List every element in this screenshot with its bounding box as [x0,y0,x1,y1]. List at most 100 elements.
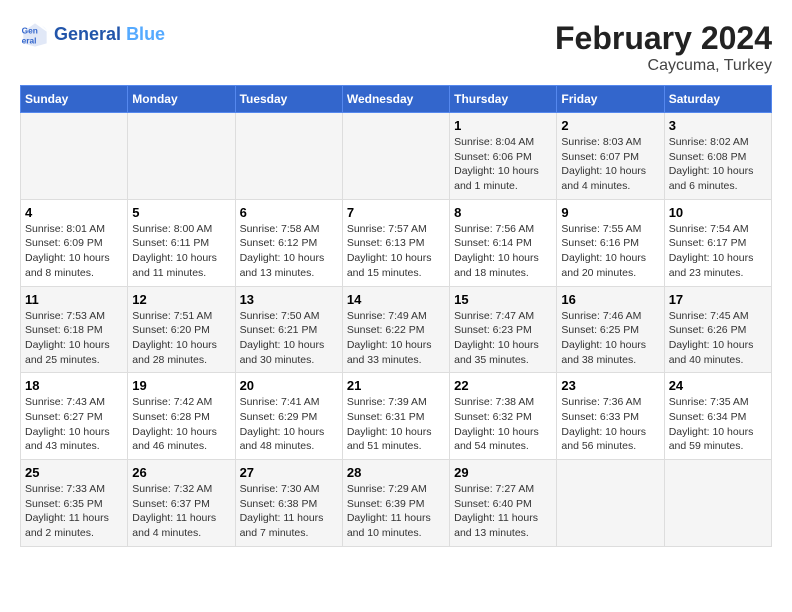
calendar-cell: 2 Sunrise: 8:03 AM Sunset: 6:07 PM Daylig… [557,113,664,200]
weekday-header-wednesday: Wednesday [342,86,449,113]
calendar-cell: 26Sunrise: 7:32 AM Sunset: 6:37 PM Dayli… [128,460,235,547]
weekday-header-tuesday: Tuesday [235,86,342,113]
day-info: Sunrise: 7:43 AM Sunset: 6:27 PM Dayligh… [25,395,123,454]
logo-icon: Gen eral [20,20,50,50]
day-info: Sunrise: 8:04 AM Sunset: 6:06 PM Dayligh… [454,135,552,194]
day-number: 25 [25,465,123,480]
day-info: Sunrise: 7:55 AM Sunset: 6:16 PM Dayligh… [561,222,659,281]
day-info: Sunrise: 7:41 AM Sunset: 6:29 PM Dayligh… [240,395,338,454]
day-info: Sunrise: 7:50 AM Sunset: 6:21 PM Dayligh… [240,309,338,368]
calendar-cell: 24Sunrise: 7:35 AM Sunset: 6:34 PM Dayli… [664,373,771,460]
calendar-week-5: 25 Sunrise: 7:33 AM Sunset: 6:35 PM Dayli… [21,460,772,547]
logo-line1: General [54,24,121,44]
day-number: 19 [132,378,230,393]
day-number: 3 [669,118,767,133]
calendar-cell [21,113,128,200]
calendar-cell: 5 Sunrise: 8:00 AM Sunset: 6:11 PM Daylig… [128,199,235,286]
calendar-cell [664,460,771,547]
day-info: Sunrise: 7:46 AM Sunset: 6:25 PM Dayligh… [561,309,659,368]
calendar-week-1: 1 Sunrise: 8:04 AM Sunset: 6:06 PM Daylig… [21,113,772,200]
calendar-cell: 16Sunrise: 7:46 AM Sunset: 6:25 PM Dayli… [557,286,664,373]
svg-text:eral: eral [22,35,37,45]
weekday-header-saturday: Saturday [664,86,771,113]
logo-line2: Blue [126,24,165,44]
day-info: Sunrise: 7:57 AM Sunset: 6:13 PM Dayligh… [347,222,445,281]
calendar-cell: 12 Sunrise: 7:51 AM Sunset: 6:20 PM Dayli… [128,286,235,373]
calendar-cell: 19 Sunrise: 7:42 AM Sunset: 6:28 PM Dayli… [128,373,235,460]
day-info: Sunrise: 7:29 AM Sunset: 6:39 PM Dayligh… [347,482,445,541]
day-number: 24 [669,378,767,393]
weekday-header-friday: Friday [557,86,664,113]
day-info: Sunrise: 8:03 AM Sunset: 6:07 PM Dayligh… [561,135,659,194]
calendar-cell: 21 Sunrise: 7:39 AM Sunset: 6:31 PM Dayli… [342,373,449,460]
calendar-cell: 11 Sunrise: 7:53 AM Sunset: 6:18 PM Dayli… [21,286,128,373]
calendar-cell: 18 Sunrise: 7:43 AM Sunset: 6:27 PM Dayli… [21,373,128,460]
calendar-cell: 4 Sunrise: 8:01 AM Sunset: 6:09 PM Daylig… [21,199,128,286]
day-info: Sunrise: 7:56 AM Sunset: 6:14 PM Dayligh… [454,222,552,281]
day-info: Sunrise: 7:36 AM Sunset: 6:33 PM Dayligh… [561,395,659,454]
day-number: 27 [240,465,338,480]
calendar-cell: 27 Sunrise: 7:30 AM Sunset: 6:38 PM Dayli… [235,460,342,547]
calendar-header-row: SundayMondayTuesdayWednesdayThursdayFrid… [21,86,772,113]
day-info: Sunrise: 7:30 AM Sunset: 6:38 PM Dayligh… [240,482,338,541]
day-info: Sunrise: 8:00 AM Sunset: 6:11 PM Dayligh… [132,222,230,281]
day-number: 1 [454,118,552,133]
day-number: 7 [347,205,445,220]
day-info: Sunrise: 7:27 AM Sunset: 6:40 PM Dayligh… [454,482,552,541]
calendar-cell: 13 Sunrise: 7:50 AM Sunset: 6:21 PM Dayli… [235,286,342,373]
weekday-header-monday: Monday [128,86,235,113]
day-number: 11 [25,292,123,307]
day-info: Sunrise: 7:38 AM Sunset: 6:32 PM Dayligh… [454,395,552,454]
logo-text: General Blue [54,25,165,45]
calendar-cell [128,113,235,200]
calendar-cell: 10 Sunrise: 7:54 AM Sunset: 6:17 PM Dayli… [664,199,771,286]
day-info: Sunrise: 7:51 AM Sunset: 6:20 PM Dayligh… [132,309,230,368]
calendar-week-2: 4 Sunrise: 8:01 AM Sunset: 6:09 PM Daylig… [21,199,772,286]
day-number: 22 [454,378,552,393]
calendar-cell: 17Sunrise: 7:45 AM Sunset: 6:26 PM Dayli… [664,286,771,373]
svg-text:Gen: Gen [22,25,38,35]
calendar-cell: 20 Sunrise: 7:41 AM Sunset: 6:29 PM Dayli… [235,373,342,460]
day-info: Sunrise: 7:47 AM Sunset: 6:23 PM Dayligh… [454,309,552,368]
day-info: Sunrise: 7:54 AM Sunset: 6:17 PM Dayligh… [669,222,767,281]
day-info: Sunrise: 7:49 AM Sunset: 6:22 PM Dayligh… [347,309,445,368]
calendar-cell: 23Sunrise: 7:36 AM Sunset: 6:33 PM Dayli… [557,373,664,460]
day-number: 12 [132,292,230,307]
day-number: 21 [347,378,445,393]
day-number: 10 [669,205,767,220]
calendar-cell: 14Sunrise: 7:49 AM Sunset: 6:22 PM Dayli… [342,286,449,373]
page-header: Gen eral General Blue February 2024 Cayc… [20,20,772,75]
day-number: 17 [669,292,767,307]
day-info: Sunrise: 7:33 AM Sunset: 6:35 PM Dayligh… [25,482,123,541]
day-number: 18 [25,378,123,393]
day-info: Sunrise: 7:58 AM Sunset: 6:12 PM Dayligh… [240,222,338,281]
weekday-header-sunday: Sunday [21,86,128,113]
day-number: 9 [561,205,659,220]
day-info: Sunrise: 7:39 AM Sunset: 6:31 PM Dayligh… [347,395,445,454]
calendar-cell [557,460,664,547]
day-number: 8 [454,205,552,220]
day-number: 6 [240,205,338,220]
day-info: Sunrise: 7:42 AM Sunset: 6:28 PM Dayligh… [132,395,230,454]
day-number: 29 [454,465,552,480]
main-title: February 2024 [555,20,772,57]
calendar-week-3: 11 Sunrise: 7:53 AM Sunset: 6:18 PM Dayli… [21,286,772,373]
calendar-cell: 15Sunrise: 7:47 AM Sunset: 6:23 PM Dayli… [450,286,557,373]
calendar-table: SundayMondayTuesdayWednesdayThursdayFrid… [20,85,772,547]
day-info: Sunrise: 7:53 AM Sunset: 6:18 PM Dayligh… [25,309,123,368]
day-number: 2 [561,118,659,133]
day-number: 26 [132,465,230,480]
day-number: 5 [132,205,230,220]
day-number: 4 [25,205,123,220]
calendar-cell: 7 Sunrise: 7:57 AM Sunset: 6:13 PM Daylig… [342,199,449,286]
calendar-cell: 29 Sunrise: 7:27 AM Sunset: 6:40 PM Dayli… [450,460,557,547]
calendar-cell: 6 Sunrise: 7:58 AM Sunset: 6:12 PM Daylig… [235,199,342,286]
logo: Gen eral General Blue [20,20,165,50]
day-number: 28 [347,465,445,480]
calendar-cell: 28 Sunrise: 7:29 AM Sunset: 6:39 PM Dayli… [342,460,449,547]
calendar-cell: 1 Sunrise: 8:04 AM Sunset: 6:06 PM Daylig… [450,113,557,200]
day-info: Sunrise: 8:01 AM Sunset: 6:09 PM Dayligh… [25,222,123,281]
calendar-cell: 25 Sunrise: 7:33 AM Sunset: 6:35 PM Dayli… [21,460,128,547]
day-number: 20 [240,378,338,393]
day-number: 13 [240,292,338,307]
